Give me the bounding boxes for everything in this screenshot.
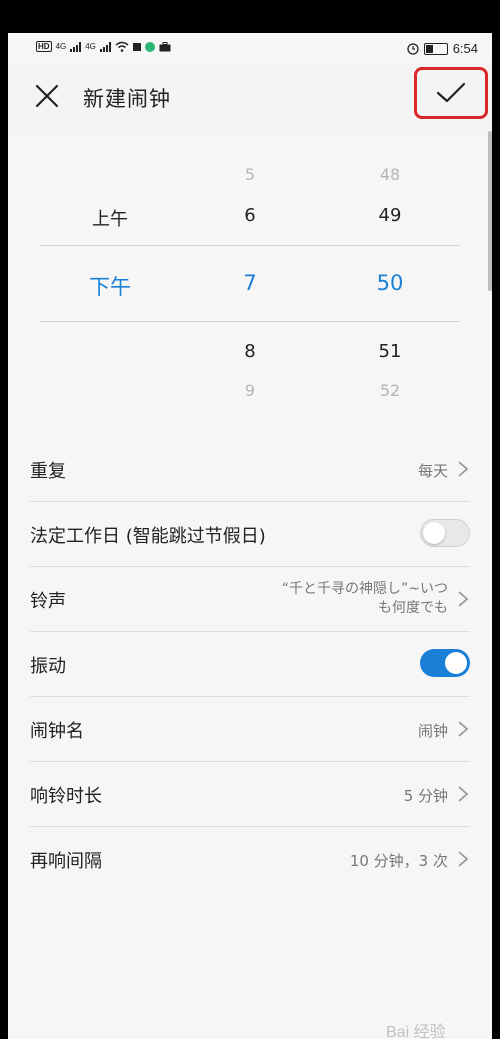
signal-icon-2 [99, 41, 111, 52]
hour-option[interactable]: 9 [200, 381, 300, 400]
ring-duration-value: 5 分钟 [403, 787, 448, 805]
vibrate-toggle[interactable] [420, 649, 470, 677]
close-icon [35, 84, 59, 108]
ringtone-value-line2: も何度でも [378, 600, 448, 616]
phone-screen: HD 4G 4G 6:54 新建闹钟 上午 下午 5 6 7 8 9 48 49… [8, 33, 492, 1039]
alarm-name-value: 闹钟 [417, 722, 448, 740]
picker-divider-bottom [40, 321, 460, 322]
vibrate-row: 振动 [30, 632, 470, 697]
snooze-row[interactable]: 再响间隔 10 分钟，3 次 [30, 827, 470, 891]
ringtone-row[interactable]: 铃声 “千と千寻の神隠し”~いつも何度でも [30, 567, 470, 632]
chevron-right-icon [458, 851, 469, 867]
signal-icon [70, 41, 82, 52]
minute-option-selected[interactable]: 50 [340, 271, 440, 295]
ringtone-value-line1: “千と千寻の神隠し”~いつ [281, 581, 448, 597]
network-label-2: 4G [85, 42, 96, 51]
chevron-right-icon [458, 786, 469, 802]
alarm-name-row[interactable]: 闹钟名 闹钟 [30, 697, 470, 762]
hour-option-selected[interactable]: 7 [200, 271, 300, 295]
battery-icon [423, 42, 448, 55]
status-time: 6:54 [452, 41, 478, 56]
ringtone-label: 铃声 [30, 591, 66, 612]
hd-badge: HD [36, 41, 52, 52]
ring-duration-label: 响铃时长 [30, 786, 102, 807]
minute-option[interactable]: 52 [340, 381, 440, 400]
status-bar: HD 4G 4G 6:54 [8, 33, 492, 63]
checkmark-icon [436, 82, 466, 103]
network-label-1: 4G [55, 42, 67, 51]
status-right: 6:54 [407, 41, 478, 56]
confirm-button[interactable] [414, 67, 488, 119]
minute-option[interactable]: 48 [340, 165, 440, 184]
minute-option[interactable]: 49 [340, 205, 440, 226]
snooze-label: 再响间隔 [30, 851, 102, 872]
minute-option[interactable]: 51 [340, 341, 440, 362]
close-button[interactable] [28, 77, 66, 115]
chevron-right-icon [458, 591, 469, 607]
repeat-row[interactable]: 重复 每天 [30, 437, 470, 502]
ring-duration-row[interactable]: 响铃时长 5 分钟 [30, 762, 470, 827]
toggle-knob [445, 652, 467, 674]
app-notification-icon [144, 41, 155, 52]
repeat-label: 重复 [30, 461, 66, 482]
ringtone-value: “千と千寻の神隠し”~いつも何度でも [218, 580, 448, 618]
notification-square-icon [132, 42, 141, 51]
ampm-option-pm-selected[interactable]: 下午 [60, 271, 160, 301]
hour-option[interactable]: 5 [200, 165, 300, 184]
workday-toggle[interactable] [420, 519, 470, 547]
watermark: Bai 经验 [386, 1024, 446, 1039]
page-title: 新建闹钟 [83, 87, 171, 111]
alarm-name-label: 闹钟名 [30, 721, 84, 742]
chevron-right-icon [458, 721, 469, 737]
vibrate-label: 振动 [30, 656, 66, 677]
hour-option[interactable]: 8 [200, 341, 300, 362]
status-left: HD 4G 4G [36, 41, 171, 52]
app-header: 新建闹钟 [8, 63, 492, 131]
wifi-icon [115, 41, 129, 52]
workday-label: 法定工作日 (智能跳过节假日) [30, 526, 266, 547]
briefcase-icon [159, 41, 171, 51]
picker-divider-top [40, 245, 460, 246]
workday-row: 法定工作日 (智能跳过节假日) [30, 502, 470, 567]
toggle-knob [423, 522, 445, 544]
hour-option[interactable]: 6 [200, 205, 300, 226]
snooze-value: 10 分钟，3 次 [349, 852, 448, 870]
repeat-value: 每天 [417, 462, 448, 480]
time-picker[interactable]: 上午 下午 5 6 7 8 9 48 49 50 51 52 [8, 153, 492, 413]
alarm-status-icon [407, 42, 419, 55]
settings-list: 重复 每天 法定工作日 (智能跳过节假日) 铃声 “千と千寻の神隠し”~いつも何… [30, 437, 470, 891]
ampm-option-am[interactable]: 上午 [60, 205, 160, 231]
chevron-right-icon [458, 461, 469, 477]
